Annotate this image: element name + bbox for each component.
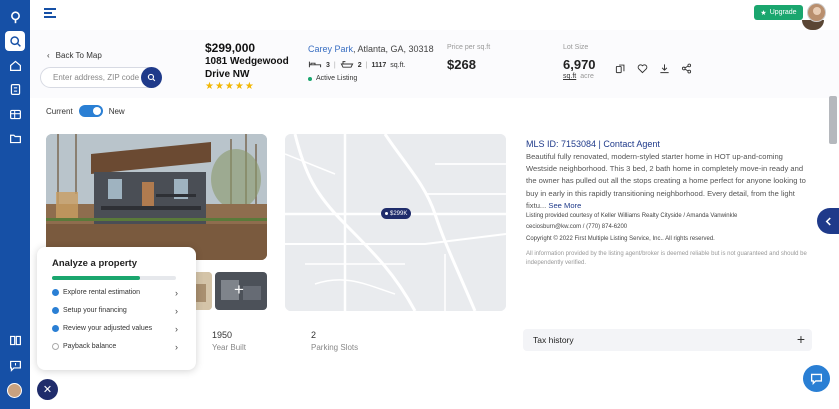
property-specs: 3 | 2 | 1117 sq.ft.	[308, 60, 405, 70]
analyze-step[interactable]: Explore rental estimation ›	[52, 288, 178, 298]
mls-contact-link[interactable]: MLS ID: 7153084 | Contact Agent	[526, 139, 660, 149]
lot-size-label: Lot Size	[563, 44, 589, 51]
listing-courtesy: Listing provided courtesy of Keller Will…	[526, 213, 738, 230]
sidebar	[0, 0, 30, 409]
calculator-icon[interactable]	[6, 80, 24, 98]
feedback-icon[interactable]	[6, 356, 24, 374]
parking-value: 2	[311, 330, 317, 340]
chevron-right-icon: ›	[175, 306, 178, 316]
price-per-sqft-label: Price per sq.ft	[447, 44, 491, 51]
search-icon[interactable]	[5, 31, 25, 51]
book-icon[interactable]	[6, 331, 24, 349]
plus-icon: +	[796, 331, 805, 347]
listing-price: $299,000	[205, 41, 256, 55]
bed-icon	[308, 60, 322, 70]
chevron-right-icon: ›	[175, 324, 178, 334]
search-icon	[147, 73, 156, 82]
chevron-right-icon: ›	[175, 288, 178, 298]
parking-label: Parking Slots	[311, 343, 359, 352]
tax-history-accordion[interactable]: Tax history +	[523, 329, 812, 351]
price-per-sqft-value: $268	[447, 57, 476, 72]
check-icon	[52, 289, 59, 296]
chevron-left-icon: ‹	[47, 51, 50, 60]
location-line: Carey Park, Atlanta, GA, 30318	[308, 44, 434, 54]
close-icon: ✕	[42, 384, 53, 396]
lot-size-value: 6,970	[563, 57, 596, 72]
home-icon[interactable]	[6, 56, 24, 74]
listing-actions	[615, 61, 692, 79]
listing-status: Active Listing	[308, 75, 357, 82]
avatar[interactable]	[807, 3, 826, 22]
property-description: Beautiful fully renovated, modern-styled…	[526, 152, 806, 210]
chat-button[interactable]	[803, 365, 830, 392]
map-view[interactable]	[285, 134, 506, 311]
analyze-step[interactable]: Setup your financing ›	[52, 306, 178, 316]
share-icon[interactable]	[681, 61, 692, 79]
disclaimer-text: All information provided by the listing …	[526, 251, 807, 266]
scrollbar[interactable]	[829, 96, 837, 144]
menu-icon[interactable]	[44, 8, 56, 18]
unchecked-icon	[52, 343, 59, 350]
rating-stars: ★★★★★	[205, 81, 255, 92]
listing-address: 1081 Wedgewood Drive NW	[205, 56, 289, 80]
bath-icon	[340, 60, 354, 70]
download-icon[interactable]	[659, 61, 670, 79]
lot-unit-switch[interactable]: sq.ft acre	[563, 73, 594, 80]
analyze-property-card: Analyze a property Explore rental estima…	[37, 247, 196, 370]
folder-icon[interactable]	[6, 129, 24, 147]
check-icon	[52, 307, 59, 314]
year-built-label: Year Built	[212, 343, 246, 352]
analyze-step[interactable]: Review your adjusted values ›	[52, 324, 178, 334]
more-photos-thumbnail[interactable]: +	[215, 272, 267, 310]
toggle-switch[interactable]	[78, 105, 103, 117]
table-icon[interactable]	[6, 105, 24, 123]
search-button[interactable]	[141, 67, 162, 88]
close-button[interactable]: ✕	[37, 379, 58, 400]
see-more-link[interactable]: See More	[548, 201, 581, 210]
neighborhood-link[interactable]: Carey Park	[308, 44, 353, 54]
main-photo[interactable]	[46, 134, 267, 260]
map-price-pin[interactable]: $299K	[381, 208, 412, 219]
pin-dot-icon	[385, 212, 388, 215]
logo-icon[interactable]	[6, 8, 24, 26]
analyze-progress-bar	[52, 276, 176, 280]
upgrade-button[interactable]: ★ Upgrade	[754, 5, 803, 20]
star-icon: ★	[760, 9, 767, 17]
user-avatar[interactable]	[7, 383, 22, 398]
chevron-left-icon	[825, 216, 831, 226]
chat-icon	[810, 373, 823, 385]
check-icon	[52, 325, 59, 332]
side-panel-toggle[interactable]	[817, 208, 839, 234]
analyze-step[interactable]: Payback balance ›	[52, 342, 178, 352]
year-built-value: 1950	[212, 330, 233, 340]
heart-icon[interactable]	[637, 61, 648, 79]
chevron-right-icon: ›	[175, 342, 178, 352]
plus-icon: +	[234, 280, 244, 299]
copyright-text: Copyright © 2022 First Multiple Listing …	[526, 236, 715, 242]
back-to-map-link[interactable]: ‹ Back To Map	[47, 51, 102, 60]
compare-icon[interactable]	[615, 61, 626, 79]
current-new-toggle: Current New	[46, 105, 125, 117]
status-dot	[308, 76, 312, 81]
